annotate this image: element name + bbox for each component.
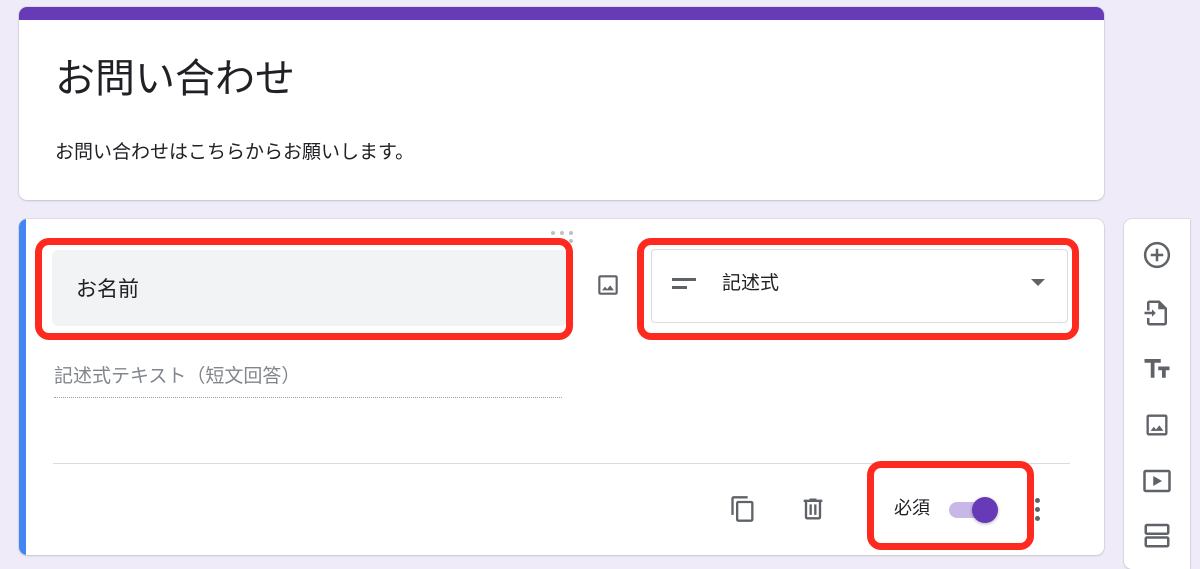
add-image-button[interactable]	[592, 269, 624, 301]
required-label: 必須	[894, 498, 930, 519]
add-circle-icon	[1143, 241, 1171, 269]
question-type-label: 記述式	[722, 272, 780, 294]
question-card[interactable]: お名前 記述式 記述式テキスト（短文回答） 必須	[19, 219, 1104, 555]
add-section-button[interactable]	[1141, 519, 1173, 551]
header-accent-bar	[19, 7, 1104, 20]
short-answer-preview: 記述式テキスト（短文回答）	[54, 363, 562, 398]
delete-button[interactable]	[797, 493, 829, 525]
question-title-input[interactable]: お名前	[52, 250, 567, 326]
copy-icon	[731, 496, 754, 522]
trash-icon	[803, 498, 823, 520]
add-image-tool-button[interactable]	[1141, 409, 1173, 441]
question-type-dropdown[interactable]: 記述式	[651, 249, 1068, 323]
floating-toolbar	[1124, 219, 1190, 569]
text-format-icon	[1144, 359, 1170, 378]
duplicate-button[interactable]	[727, 493, 759, 525]
short-answer-lines-icon	[672, 278, 696, 289]
active-question-indicator	[19, 219, 26, 555]
image-icon	[598, 275, 618, 295]
drag-handle-icon[interactable]	[550, 231, 574, 243]
chevron-down-icon	[1031, 279, 1045, 286]
more-vert-icon[interactable]	[1029, 493, 1045, 525]
add-question-button[interactable]	[1141, 239, 1173, 271]
footer-divider	[53, 463, 1070, 464]
section-icon	[1144, 523, 1170, 548]
import-icon	[1144, 300, 1167, 326]
video-icon	[1143, 469, 1171, 493]
toggle-thumb	[972, 497, 998, 523]
form-header-card[interactable]: お問い合わせ お問い合わせはこちらからお願いします。	[19, 7, 1104, 200]
add-title-button[interactable]	[1141, 353, 1173, 385]
form-title[interactable]: お問い合わせ	[55, 55, 295, 103]
import-questions-button[interactable]	[1141, 297, 1173, 329]
required-toggle-group[interactable]: 必須	[889, 491, 1009, 527]
add-video-button[interactable]	[1141, 465, 1173, 497]
image-icon	[1146, 414, 1168, 436]
required-toggle[interactable]	[949, 497, 998, 523]
form-description[interactable]: お問い合わせはこちらからお願いします。	[55, 139, 414, 165]
